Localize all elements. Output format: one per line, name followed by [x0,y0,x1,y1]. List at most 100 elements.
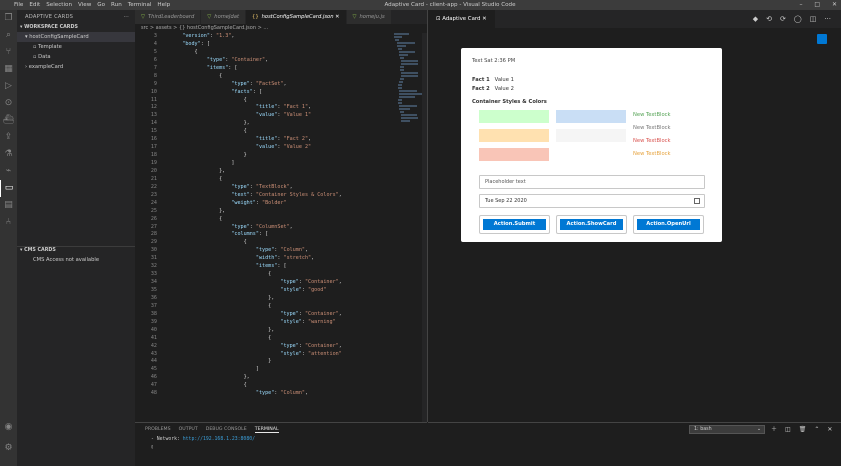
deploy-icon[interactable]: ⇪ [0,129,17,146]
code-line: { [170,239,247,246]
book-icon[interactable]: ▤ [0,197,17,214]
forward-icon[interactable]: ⟳ [780,15,786,23]
date-value: Tue Sep 22 2020 [485,198,527,204]
code-line: "title": "Fact 2", [255,136,312,143]
tree-item-label: hostConfigSampleCard [29,34,89,40]
adaptive-cards-icon[interactable]: ▭ [0,180,17,197]
editor-tab[interactable]: ▽ homeJdat [201,10,247,24]
panel-toolbar: 1: bash ⌄ ＋ ◫ 🗑 ⌃ ✕ [428,422,841,466]
tree-item[interactable]: › exampleCard [17,62,135,72]
cms-cards-header[interactable]: ▾ CMS CARDS [17,247,135,255]
tab-adaptive-card[interactable]: ⊡ Adaptive Card ✕ [428,10,495,28]
back-icon[interactable]: ⟲ [766,15,772,23]
chevron-down-icon: ⌄ [756,427,761,432]
line-number: 44 [150,358,157,365]
close-panel-icon[interactable]: ✕ [827,426,832,433]
account-icon[interactable]: ◉ [0,419,17,436]
source-control-icon[interactable]: ⑂ [0,44,17,61]
add-terminal-icon[interactable]: ＋ [771,426,777,433]
code-line: "columns": [ [231,231,269,238]
editor-tab[interactable]: ▽ homeju.js [346,10,392,24]
split-terminal-icon[interactable]: ◫ [785,426,791,433]
line-number: 25 [150,207,157,214]
menu-item-terminal[interactable]: Terminal [128,2,152,8]
code-line: }, [170,374,250,381]
editor-tab[interactable]: ▽ ThirdLeaderboard [135,10,202,24]
action-submit-button[interactable]: Action.Submit [479,215,550,234]
run-icon[interactable]: ▷ [0,78,17,95]
search-icon[interactable]: ⌕ [0,27,17,44]
editor-tab[interactable]: {} hostConfigSampleCard.json ✕ [246,10,347,24]
maximize-button[interactable]: □ [814,1,820,8]
more-icon[interactable]: ··· [123,10,129,24]
files-icon[interactable]: ❐ [0,10,17,27]
breadcrumb[interactable]: src > assets > {} hostConfigSampleCard.j… [135,24,427,33]
editor-tabs: ▽ ThirdLeaderboard ▽ homeJdat{} hostConfigSa… [135,10,427,24]
code-line: "type": "Column", [255,390,309,397]
text-input[interactable]: Placeholder text [479,175,705,189]
tab-debug-console[interactable]: DEBUG CONSOLE [206,427,247,432]
code-line: "value": "Value 1" [255,112,312,119]
fact-row: Fact 1 Value 1 [472,77,514,83]
tab-problems[interactable]: PROBLEMS [145,427,171,432]
trash-icon[interactable]: 🗑 [799,426,807,433]
more-actions-icon[interactable]: ··· [824,15,831,23]
close-button[interactable]: ✕ [832,1,837,8]
tab-output[interactable]: OUTPUT [179,427,198,432]
code-line: { [170,96,247,103]
menu-item-selection[interactable]: Selection [46,2,72,8]
close-tab-icon[interactable]: ✕ [334,14,339,20]
terminal-output[interactable]: - Network: http://192.168.1.23:8080/ [135,436,427,444]
git-icon[interactable]: ⑃ [0,214,17,231]
calendar-icon[interactable] [694,198,700,204]
windows-icon[interactable] [817,34,827,44]
line-number: 8 [153,72,157,79]
line-number: 28 [150,231,157,238]
line-number: 20 [150,167,157,174]
panel-icons: ＋ ◫ 🗑 ⌃ ✕ [771,423,840,436]
menu-item-file[interactable]: File [14,2,23,8]
chevron-up-icon[interactable]: ⌃ [814,426,819,433]
menu-item-edit[interactable]: Edit [29,2,40,8]
action-label: Action.OpenUrl [637,219,700,230]
card-tree: ▾ hostConfigSampleCard ▫ Template ▫ Data › … [17,32,135,72]
editor-tab-label: hostConfigSampleCard.json [261,14,334,20]
settings-icon[interactable]: ⚙ [0,440,17,457]
date-input[interactable]: Tue Sep 22 2020 [479,194,705,208]
line-number: 39 [150,318,157,325]
close-tab-icon[interactable]: ✕ [482,16,487,22]
code-line: "width": "stretch", [255,255,315,262]
tree-item[interactable]: ▫ Data [17,52,135,62]
docker-icon[interactable]: ⛴ [0,112,17,129]
tree-item[interactable]: ▫ Template [17,42,135,52]
menu-item-go[interactable]: Go [97,2,105,8]
minimize-button[interactable]: – [799,1,802,8]
terminal-select[interactable]: 1: bash ⌄ [689,425,765,434]
code-line: } [170,152,247,159]
remote-icon[interactable]: ⊙ [0,95,17,112]
action-label: Action.Submit [483,219,546,230]
testing-icon[interactable]: ⚗ [0,146,17,163]
action-showcard-button[interactable]: Action.ShowCard [556,215,627,234]
source-code[interactable]: "version": "1.3", "body": [ { "type": "C… [170,33,342,398]
code-line: { [170,175,223,182]
code-editor[interactable]: 3 4 5 6 7 8 9 10 11 12 13 14 15 16 17 18 19 20 21 22 23 24 25 2… [135,33,427,422]
menu-item-help[interactable]: Help [157,2,170,8]
code-line: { [170,215,223,222]
editor-tab-label: ThirdLeaderboard [148,14,195,20]
compare-icon[interactable]: ◯ [794,15,802,23]
menu-item-view[interactable]: View [78,2,91,8]
tree-item[interactable]: ▾ hostConfigSampleCard [17,32,135,42]
terminal-url[interactable]: http://192.168.1.23:8080/ [183,437,255,442]
action-openurl-button[interactable]: Action.OpenUrl [633,215,704,234]
menu-item-run[interactable]: Run [111,2,122,8]
window-controls: – □ ✕ [789,0,837,10]
workspace-cards-header[interactable]: ▾ WORKSPACE CARDS [17,24,135,32]
split-icon[interactable]: ◫ [810,15,817,23]
extensions-icon[interactable]: ▦ [0,61,17,78]
line-number: 21 [150,175,157,182]
tab-terminal[interactable]: TERMINAL [254,427,279,433]
diamond-icon[interactable]: ◆ [753,15,758,23]
minimap[interactable] [393,33,427,143]
graph-icon[interactable]: ⌁ [0,163,17,180]
